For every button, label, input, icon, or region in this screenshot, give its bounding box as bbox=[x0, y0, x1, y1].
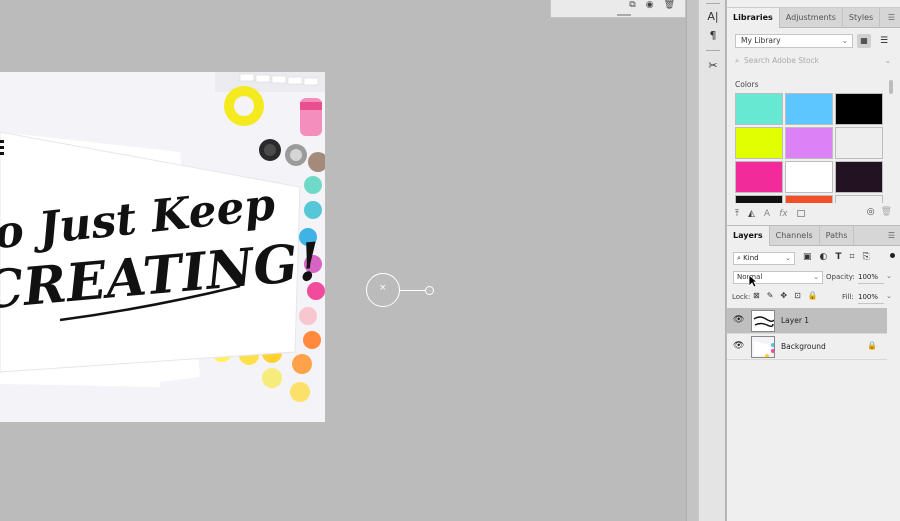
lock-icon: 🔒 bbox=[867, 341, 877, 350]
right-panel-dock: Libraries Adjustments Styles ☰ My Librar… bbox=[727, 0, 900, 521]
visibility-eye-icon[interactable]: 👁 bbox=[733, 341, 744, 351]
chevron-down-icon[interactable]: ⌄ bbox=[886, 272, 892, 280]
color-swatch[interactable] bbox=[785, 161, 833, 193]
upload-icon[interactable]: ⤒ bbox=[735, 209, 739, 219]
add-graphic-icon[interactable]: □ bbox=[797, 209, 806, 219]
add-layer-style-icon[interactable]: fx bbox=[779, 209, 788, 219]
stock-search-placeholder: Search Adobe Stock bbox=[744, 56, 820, 65]
panel-menu-icon[interactable]: ☰ bbox=[888, 13, 895, 22]
tab-channels[interactable]: Channels bbox=[770, 226, 820, 246]
trash-icon[interactable]: 🗑 bbox=[664, 0, 675, 10]
strip-grip[interactable] bbox=[706, 3, 720, 5]
color-swatch[interactable] bbox=[785, 195, 833, 203]
library-select[interactable]: My Library ⌄ bbox=[735, 34, 853, 48]
chevron-down-icon: ⌄ bbox=[841, 36, 848, 45]
filter-toggle-icon[interactable] bbox=[890, 253, 895, 258]
creative-cloud-icon[interactable]: ◎ bbox=[867, 207, 875, 217]
paragraph-icon[interactable]: ¶ bbox=[704, 28, 722, 44]
fill-field[interactable]: 100% bbox=[858, 291, 884, 304]
layer-name[interactable]: Layer 1 bbox=[781, 316, 809, 325]
mouse-pointer bbox=[748, 274, 759, 290]
add-character-style-icon[interactable]: A bbox=[764, 209, 770, 219]
fill-label: Fill: bbox=[842, 293, 854, 301]
layer-row-layer-1[interactable]: 👁 Layer 1 bbox=[727, 308, 887, 334]
brush-cursor: × bbox=[366, 273, 400, 307]
stock-search-input[interactable]: ⌕ Search Adobe Stock ⌄ bbox=[735, 56, 891, 70]
color-swatch[interactable] bbox=[835, 195, 883, 203]
brush-size-line bbox=[400, 290, 426, 291]
layers-panel: Layers Channels Paths ☰ ⌕ Kind ⌄ ▣ ◐ T ⌗… bbox=[727, 225, 900, 521]
libraries-scrollbar[interactable] bbox=[889, 80, 893, 94]
lock-position-icon[interactable]: ✥ bbox=[780, 291, 787, 300]
color-swatch[interactable] bbox=[735, 127, 783, 159]
color-swatches bbox=[735, 93, 885, 203]
shape-layer-filter-icon[interactable]: ⌗ bbox=[850, 252, 855, 262]
type-layer-filter-icon[interactable]: T bbox=[835, 252, 841, 262]
search-icon: ⌕ bbox=[737, 254, 741, 262]
adjustment-layer-filter-icon[interactable]: ◐ bbox=[820, 252, 828, 262]
color-swatch[interactable] bbox=[735, 161, 783, 193]
lock-label: Lock: bbox=[732, 293, 751, 301]
panel-grip[interactable] bbox=[617, 14, 631, 16]
list-view-button[interactable]: ☰ bbox=[877, 34, 891, 48]
artwork-image: o Just Keep CREATING! bbox=[0, 72, 325, 422]
brush-cursor-mark: × bbox=[379, 283, 387, 293]
layer-thumbnail bbox=[751, 336, 775, 358]
libraries-footer: ⤒ ◭ A fx □ ◎ 🗑 bbox=[727, 205, 900, 223]
tab-layers[interactable]: Layers bbox=[727, 226, 770, 246]
character-icon[interactable]: A| bbox=[704, 9, 722, 25]
brush-size-handle[interactable] bbox=[425, 286, 434, 295]
kind-filter-value: Kind bbox=[743, 254, 759, 262]
layer-filter-row: ⌕ Kind ⌄ ▣ ◐ T ⌗ ⎘ bbox=[733, 252, 895, 265]
layer-row-background[interactable]: 👁 Background 🔒 bbox=[727, 334, 887, 360]
layer-comp-icon[interactable]: ⧉ bbox=[629, 0, 635, 10]
grid-view-button[interactable]: ▦ bbox=[857, 34, 871, 48]
pixel-layer-filter-icon[interactable]: ▣ bbox=[803, 252, 812, 262]
canvas-vertical-scrollbar[interactable] bbox=[686, 0, 698, 521]
strip-grip[interactable] bbox=[706, 50, 720, 52]
tab-paths[interactable]: Paths bbox=[820, 226, 855, 246]
add-foreground-color-icon[interactable]: ◭ bbox=[748, 209, 755, 219]
color-swatch[interactable] bbox=[785, 93, 833, 125]
search-icon: ⌕ bbox=[735, 56, 740, 65]
tool-presets-icon[interactable]: ✂ bbox=[704, 58, 722, 74]
color-swatch[interactable] bbox=[835, 127, 883, 159]
dock-top-edge bbox=[727, 0, 900, 8]
document-canvas[interactable]: o Just Keep CREATING! × bbox=[0, 0, 686, 521]
color-swatch[interactable] bbox=[785, 127, 833, 159]
panel-menu-icon[interactable]: ☰ bbox=[888, 231, 895, 240]
opacity-field[interactable]: 100% bbox=[858, 271, 884, 284]
camera-icon[interactable]: ◉ bbox=[646, 0, 654, 10]
opacity-label: Opacity: bbox=[826, 273, 855, 281]
blend-mode-select[interactable]: Normal ⌄ bbox=[733, 271, 823, 284]
tab-styles[interactable]: Styles bbox=[843, 8, 881, 28]
smart-object-filter-icon[interactable]: ⎘ bbox=[863, 252, 870, 262]
lock-image-pixels-icon[interactable]: ✎ bbox=[767, 291, 774, 300]
color-swatch[interactable] bbox=[735, 195, 783, 203]
lock-transparent-pixels-icon[interactable]: ⊠ bbox=[753, 291, 760, 300]
lock-all-icon[interactable]: 🔒 bbox=[808, 291, 818, 300]
layer-name[interactable]: Background bbox=[781, 342, 826, 351]
color-swatch[interactable] bbox=[835, 161, 883, 193]
trash-icon[interactable]: 🗑 bbox=[881, 207, 892, 217]
chevron-down-icon[interactable]: ⌄ bbox=[886, 292, 892, 300]
tab-libraries[interactable]: Libraries bbox=[727, 8, 780, 28]
tab-adjustments[interactable]: Adjustments bbox=[780, 8, 843, 28]
panel-icon-strip: A| ¶ ✂ bbox=[698, 0, 726, 521]
chevron-down-icon[interactable]: ⌄ bbox=[885, 56, 891, 65]
floating-panel: ⧉ ◉ 🗑 bbox=[550, 0, 686, 18]
layer-thumbnail bbox=[751, 310, 775, 332]
visibility-eye-icon[interactable]: 👁 bbox=[733, 315, 744, 325]
prevent-autonest-icon[interactable]: ⊡ bbox=[794, 291, 801, 300]
chevron-down-icon: ⌄ bbox=[813, 273, 819, 281]
kind-filter-select[interactable]: ⌕ Kind ⌄ bbox=[733, 252, 795, 265]
color-swatch[interactable] bbox=[735, 93, 783, 125]
layers-list: 👁 Layer 1 👁 Background 🔒 bbox=[727, 308, 887, 360]
colors-section-label: Colors bbox=[735, 80, 759, 89]
library-select-value: My Library bbox=[741, 36, 781, 45]
color-swatch[interactable] bbox=[835, 93, 883, 125]
libraries-tabbar: Libraries Adjustments Styles ☰ bbox=[727, 8, 900, 28]
chevron-down-icon: ⌄ bbox=[785, 254, 791, 262]
layers-tabbar: Layers Channels Paths ☰ bbox=[727, 226, 900, 246]
